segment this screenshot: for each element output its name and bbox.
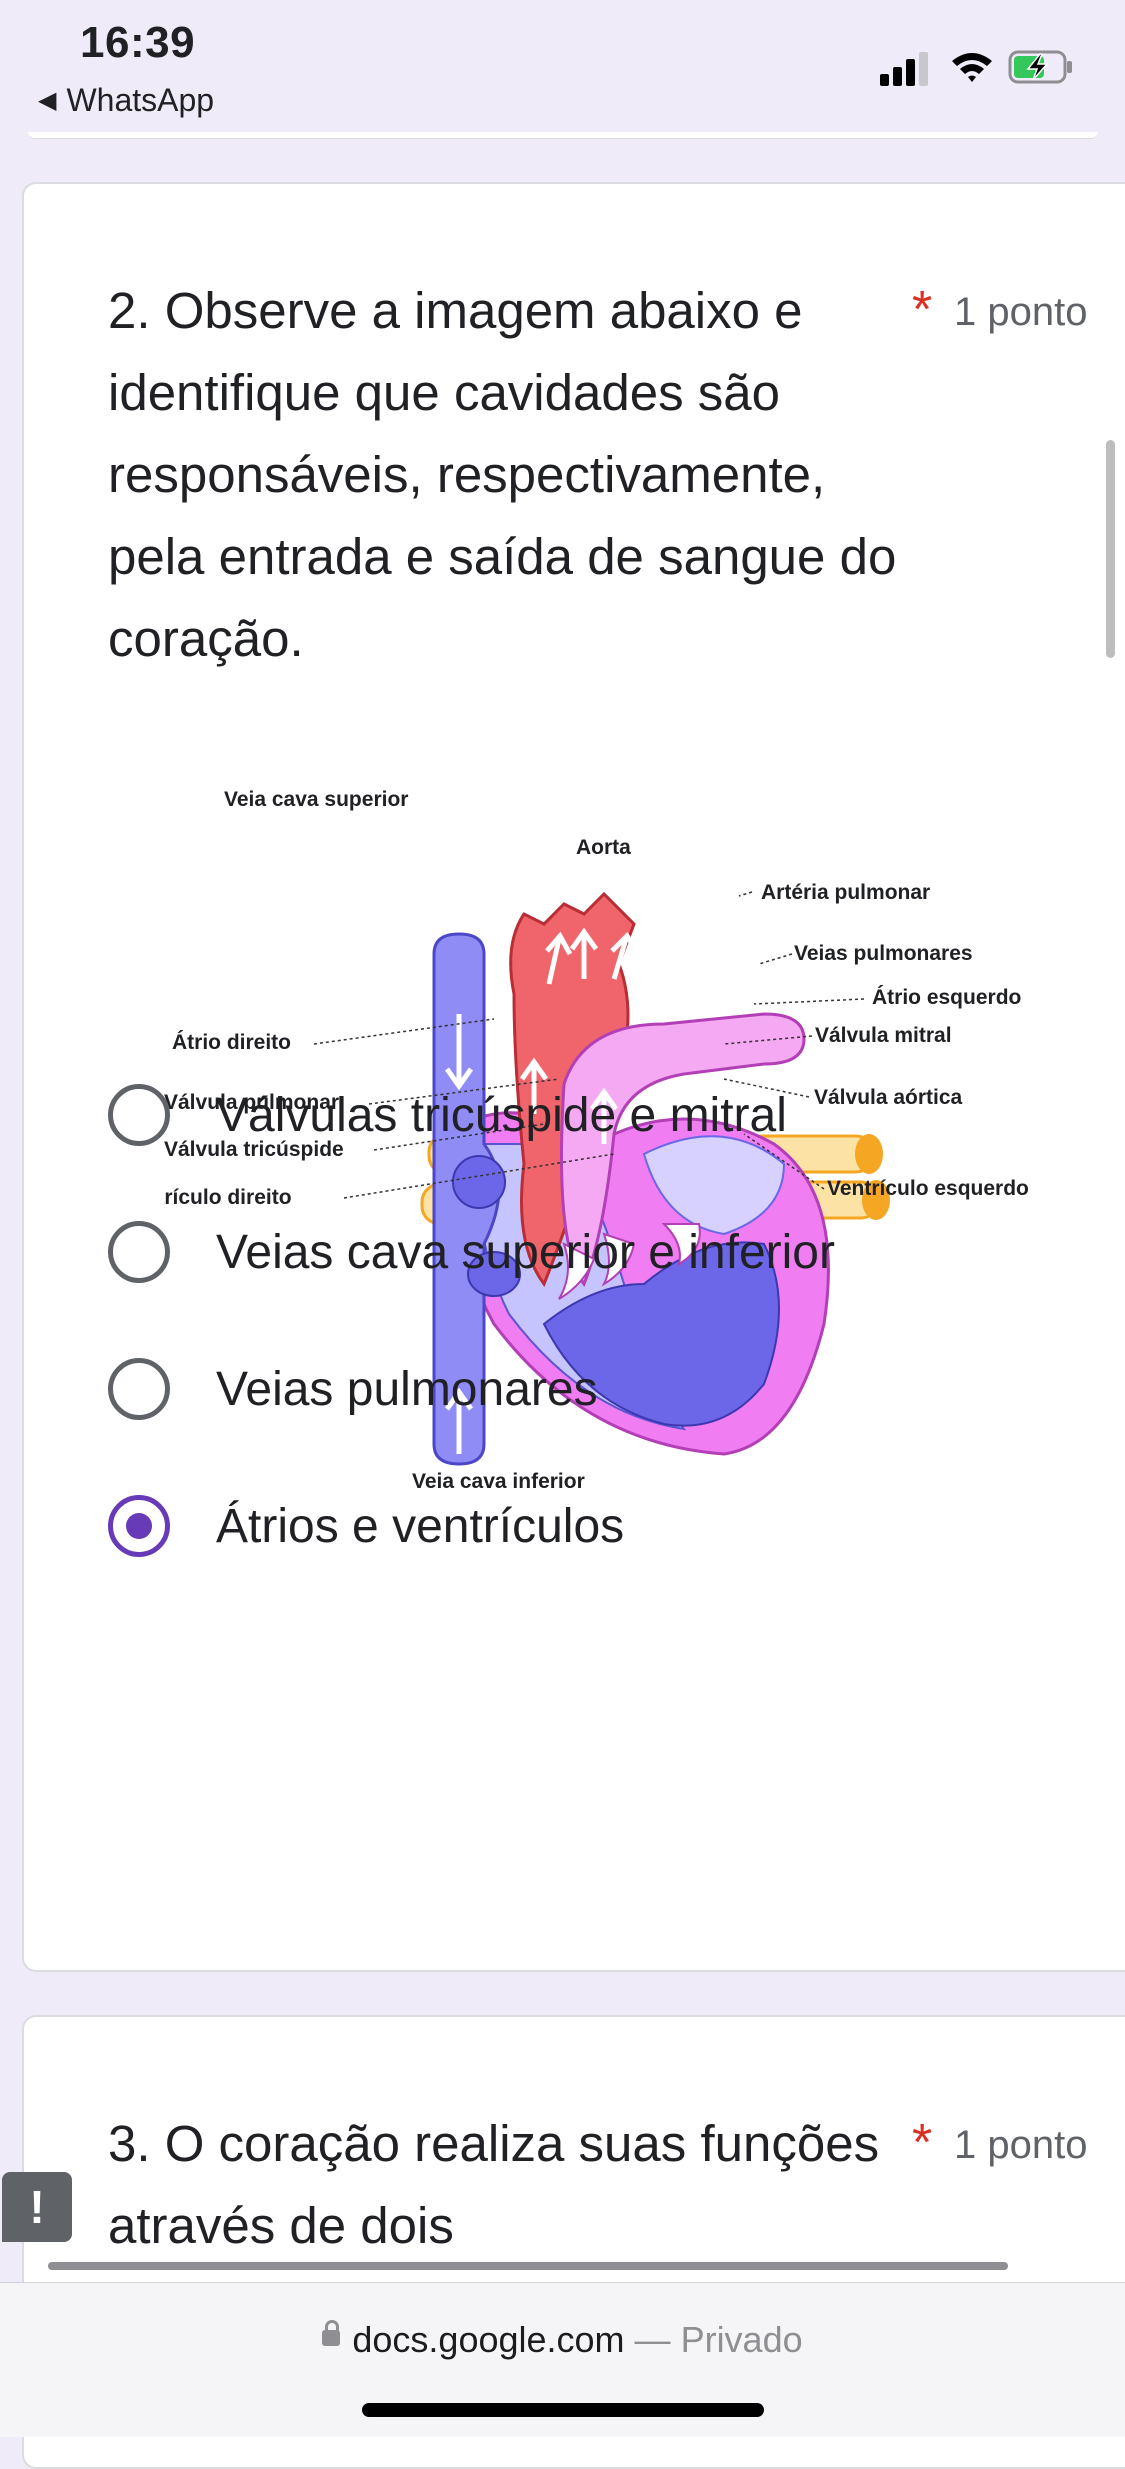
label-aorta: Aorta	[576, 836, 631, 859]
option-veias-cava[interactable]: Veias cava superior e inferior	[108, 1207, 835, 1297]
url-privacy: Privado	[680, 2319, 803, 2360]
url-domain: docs.google.com	[352, 2319, 625, 2360]
radio-button-selected[interactable]	[108, 1495, 170, 1557]
back-triangle-icon: ◀	[38, 87, 57, 114]
label-valvula-mitral: Válvula mitral	[815, 1024, 952, 1047]
vertical-scrollbar[interactable]	[1106, 440, 1115, 658]
url-separator: —	[624, 2319, 681, 2360]
feedback-icon[interactable]: !	[2, 2172, 72, 2242]
horizontal-scrollbar[interactable]	[48, 2262, 1008, 2270]
label-ventriculo-esquerdo: Ventrículo esquerdo	[827, 1177, 1029, 1200]
label-arteria-pulmonar: Artéria pulmonar	[761, 881, 930, 904]
label-ventriculo-direito: Ventrículo direito	[164, 1186, 292, 1209]
radio-button[interactable]	[108, 1221, 170, 1283]
back-to-app-link[interactable]: ◀ WhatsApp	[38, 82, 214, 119]
option-label: Veias pulmonares	[216, 1362, 598, 1416]
home-indicator[interactable]	[362, 2403, 764, 2417]
option-label: Veias cava superior e inferior	[216, 1225, 835, 1279]
required-asterisk: *	[912, 2114, 933, 2172]
question-2-text: 2. Observe a imagem abaixo e identifique…	[108, 282, 897, 667]
question-3-points: 1 ponto	[954, 2123, 1088, 2167]
battery-charging-icon	[1008, 50, 1072, 84]
url-display[interactable]: docs.google.com — Privado	[0, 2319, 1125, 2361]
option-label: Átrios e ventrículos	[216, 1499, 625, 1553]
status-time: 16:39	[80, 18, 196, 67]
question-2-points: 1 ponto	[954, 290, 1088, 334]
option-atrios-ventriculos[interactable]: Átrios e ventrículos	[108, 1481, 624, 1571]
cellular-signal-icon	[880, 50, 934, 86]
label-valvula-aortica: Válvula aórtica	[814, 1086, 963, 1109]
question-3-text: 3. O coração realiza suas funções atravé…	[108, 2115, 880, 2254]
back-app-label: WhatsApp	[66, 82, 215, 118]
option-label: Válvulas tricúspide e mitral	[216, 1088, 787, 1142]
label-atrio-direito: Átrio direito	[172, 1031, 291, 1054]
label-veias-pulmonares: Veias pulmonares	[794, 942, 973, 965]
radio-button[interactable]	[108, 1358, 170, 1420]
status-bar: 16:39 ◀ WhatsApp	[0, 0, 1125, 125]
option-valvulas[interactable]: Válvulas tricúspide e mitral	[108, 1070, 787, 1160]
label-atrio-esquerdo: Átrio esquerdo	[872, 986, 1021, 1009]
option-veias-pulmonares[interactable]: Veias pulmonares	[108, 1344, 598, 1434]
label-veia-cava-superior: Veia cava superior	[224, 788, 408, 811]
question-card-2: 2. Observe a imagem abaixo e identifique…	[22, 182, 1125, 1972]
required-asterisk: *	[912, 281, 933, 339]
radio-button[interactable]	[108, 1084, 170, 1146]
lock-icon	[322, 2320, 341, 2347]
wifi-icon	[952, 53, 992, 82]
previous-card-edge	[28, 132, 1098, 139]
